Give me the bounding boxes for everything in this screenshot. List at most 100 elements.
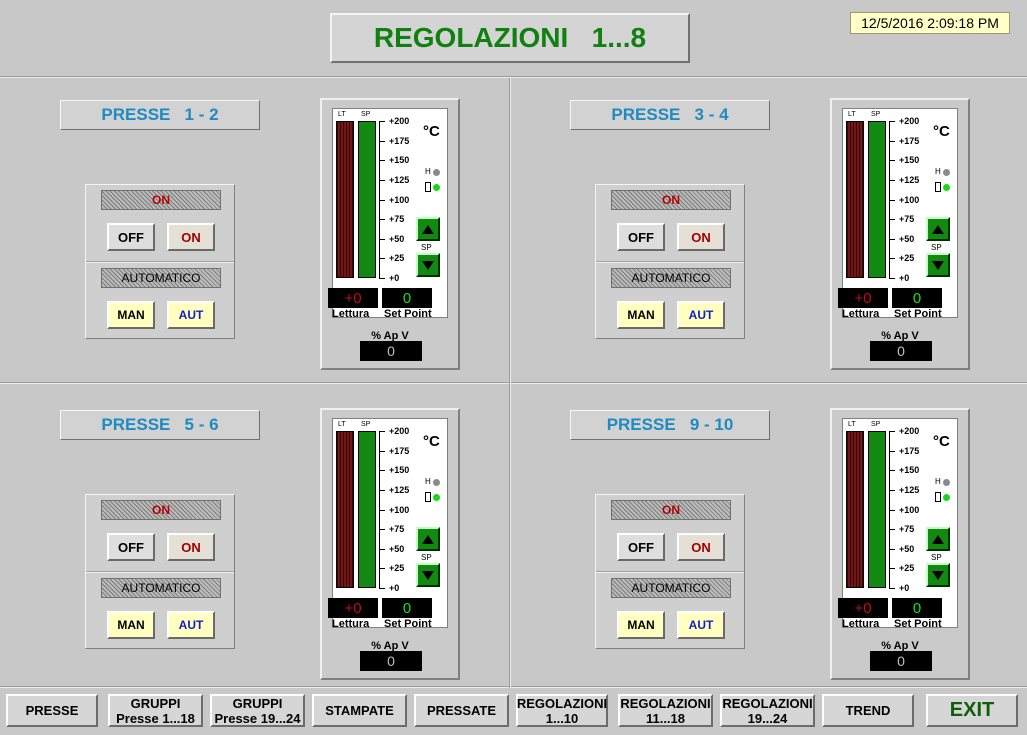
scale-tick (379, 179, 385, 181)
setpoint-down-arrow-icon[interactable] (416, 253, 440, 277)
valve-output-display: 0 (360, 651, 422, 671)
nav-button-stampate[interactable]: STAMPATE (312, 694, 407, 727)
scale-tick (379, 470, 385, 472)
reading-bar (336, 431, 354, 588)
scale-tick-label: +175 (899, 445, 920, 456)
scale-tick-label: +100 (389, 504, 410, 515)
low-alarm-icon (433, 494, 440, 501)
scale-tick-label: +125 (899, 174, 920, 185)
setpoint-display[interactable]: 0 (892, 288, 942, 308)
setpoint-down-arrow-icon[interactable] (926, 563, 950, 587)
regulation-panel-4: PRESSE 9 - 10 ON OFF ON AUTOMATICO MAN A… (510, 390, 1020, 695)
off-button[interactable]: OFF (107, 533, 155, 561)
scale-tick (889, 258, 895, 260)
on-button[interactable]: ON (677, 533, 725, 561)
datetime-display: 12/5/2016 2:09:18 PM (850, 12, 1010, 34)
nav-button-presse[interactable]: PRESSE (6, 694, 98, 727)
mode-status-indicator: AUTOMATICO (611, 578, 731, 598)
high-alarm-icon (943, 479, 950, 486)
gauge-face: LT SP +200 +175 +150 +125 +100 +75 +50 +25 +0 °C… (842, 418, 958, 628)
nav-button-regolazioni-5[interactable]: REGOLAZIONI 1...10 (516, 694, 608, 727)
panel-title: PRESSE 1 - 2 (60, 100, 260, 130)
scale-tick (379, 258, 385, 260)
on-button[interactable]: ON (167, 223, 215, 251)
setpoint-up-arrow-icon[interactable] (926, 217, 950, 241)
scale-tick-label: +200 (899, 426, 920, 436)
man-button[interactable]: MAN (107, 301, 155, 329)
regulation-panel-3: PRESSE 5 - 6 ON OFF ON AUTOMATICO MAN AU… (0, 390, 510, 695)
scale-tick-label: +100 (389, 194, 410, 205)
scale-tick-label: +100 (899, 194, 920, 205)
nav-button-label: REGOLAZIONI (620, 695, 711, 711)
setpoint-arrow-label: SP (421, 553, 432, 562)
man-button[interactable]: MAN (617, 301, 665, 329)
on-button[interactable]: ON (167, 533, 215, 561)
reading-display: +0 (328, 288, 378, 308)
setpoint-up-arrow-icon[interactable] (416, 527, 440, 551)
scale-tick (889, 179, 895, 181)
mode-status-indicator: AUTOMATICO (101, 578, 221, 598)
gauge-face: LT SP +200 +175 +150 +125 +100 +75 +50 +25 +0 °C… (332, 108, 448, 318)
man-button[interactable]: MAN (107, 611, 155, 639)
nav-button-trend[interactable]: TREND (822, 694, 914, 727)
low-alarm-icon (433, 184, 440, 191)
scale-tick (889, 278, 895, 279)
scale-tick-label: +25 (389, 563, 405, 574)
nav-button-label: PRESSATE (426, 703, 497, 718)
high-alarm-label: H (935, 167, 941, 176)
aut-button[interactable]: AUT (677, 611, 725, 639)
scale-tick-label: +75 (899, 214, 915, 225)
high-alarm-label: H (935, 477, 941, 486)
reading-caption: Lettura (842, 618, 880, 630)
nav-button-gruppi-2[interactable]: GRUPPI Presse 19...24 (210, 694, 305, 727)
off-button[interactable]: OFF (107, 223, 155, 251)
scale-tick (889, 160, 895, 162)
setpoint-arrow-label: SP (931, 553, 942, 562)
scale-tick (379, 431, 385, 432)
nav-button-pressate[interactable]: PRESSATE (414, 694, 509, 727)
scale-tick (379, 450, 385, 452)
scale-tick (379, 529, 385, 531)
nav-button-gruppi-1[interactable]: GRUPPI Presse 1...18 (108, 694, 203, 727)
setpoint-display[interactable]: 0 (892, 598, 942, 618)
nav-button-sublabel: 1...10 (545, 710, 579, 726)
scale-tick-label: +150 (899, 155, 920, 166)
nav-button-label: EXIT (949, 699, 995, 721)
scale-tick (889, 489, 895, 491)
scale-tick (889, 140, 895, 142)
scale-tick (379, 509, 385, 511)
setpoint-bar (358, 121, 376, 278)
man-button[interactable]: MAN (617, 611, 665, 639)
aut-button[interactable]: AUT (167, 611, 215, 639)
aut-button[interactable]: AUT (677, 301, 725, 329)
setpoint-up-arrow-icon[interactable] (416, 217, 440, 241)
setpoint-display[interactable]: 0 (382, 288, 432, 308)
nav-button-regolazioni-6[interactable]: REGOLAZIONI 11...18 (618, 694, 713, 727)
reading-caption: Lettura (332, 308, 370, 320)
on-status-indicator: ON (101, 190, 221, 210)
panel-title: PRESSE 9 - 10 (570, 410, 770, 440)
setpoint-up-arrow-icon[interactable] (926, 527, 950, 551)
setpoint-down-arrow-icon[interactable] (926, 253, 950, 277)
scale-tick (379, 588, 385, 589)
off-button[interactable]: OFF (617, 533, 665, 561)
setpoint-down-arrow-icon[interactable] (416, 563, 440, 587)
nav-button-exit[interactable]: EXIT (926, 694, 1018, 727)
aut-button[interactable]: AUT (167, 301, 215, 329)
nav-button-regolazioni-7[interactable]: REGOLAZIONI 19...24 (720, 694, 815, 727)
scale-tick (379, 199, 385, 201)
setpoint-display[interactable]: 0 (382, 598, 432, 618)
setpoint-caption: Set Point (384, 308, 432, 320)
control-separator (596, 261, 744, 263)
setpoint-bar-label: SP (361, 421, 371, 428)
scale-tick (889, 219, 895, 221)
scale-tick-label: +175 (899, 135, 920, 146)
reading-bar (336, 121, 354, 278)
scale-tick (379, 238, 385, 240)
reading-bar-label: LT (848, 111, 856, 118)
nav-button-label: REGOLAZIONI (722, 695, 813, 711)
off-button[interactable]: OFF (617, 223, 665, 251)
scale-tick-label: +0 (389, 273, 400, 283)
gauge-face: LT SP +200 +175 +150 +125 +100 +75 +50 +25 +0 °C… (842, 108, 958, 318)
on-button[interactable]: ON (677, 223, 725, 251)
